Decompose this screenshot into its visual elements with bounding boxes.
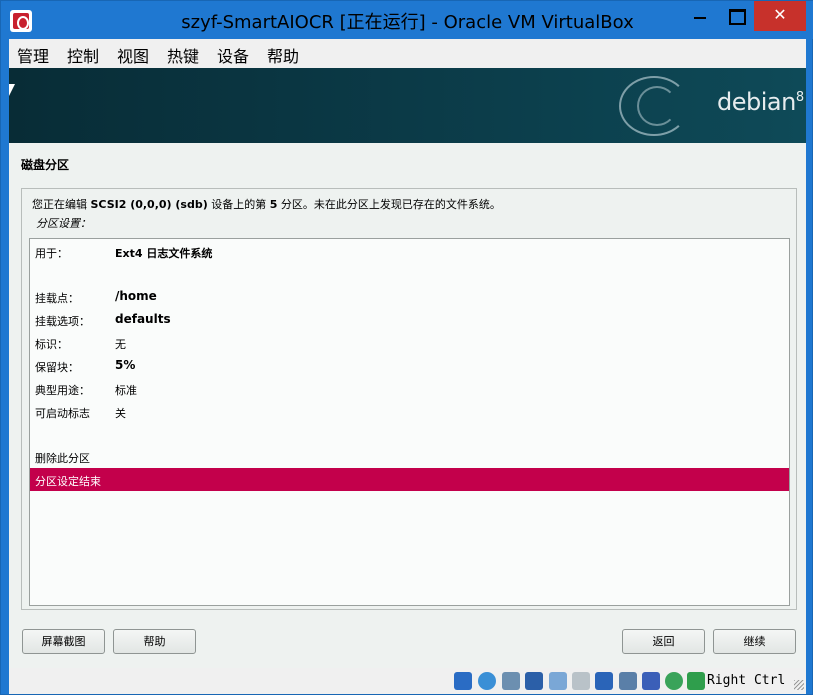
maximize-button[interactable] bbox=[718, 1, 754, 31]
display-icon[interactable] bbox=[595, 672, 613, 690]
screenshot-button[interactable]: 屏幕截图 bbox=[22, 629, 105, 654]
setting-row-use-as[interactable]: 用于： Ext4 日志文件系统 bbox=[30, 240, 789, 263]
menu-view[interactable]: 视图 bbox=[117, 43, 149, 67]
shared-folder-icon[interactable] bbox=[572, 672, 590, 690]
menu-devices[interactable]: 设备 bbox=[217, 43, 249, 67]
host-key-label: Right Ctrl bbox=[707, 673, 786, 688]
status-bar: Right Ctrl bbox=[9, 668, 806, 694]
debian-banner: debian8 bbox=[9, 68, 806, 143]
audio-icon[interactable] bbox=[502, 672, 520, 690]
virtualbox-window: szyf-SmartAIOCR [正在运行] - Oracle VM Virtu… bbox=[0, 0, 813, 695]
partition-description: 您正在编辑 SCSI2 (0,0,0) (sdb) 设备上的第 5 分区。未在此… bbox=[32, 198, 501, 211]
virtualization-icon[interactable] bbox=[642, 672, 660, 690]
menu-bar: 管理 控制 视图 热键 设备 帮助 bbox=[9, 39, 806, 68]
title-bar[interactable]: szyf-SmartAIOCR [正在运行] - Oracle VM Virtu… bbox=[1, 1, 813, 39]
setting-row-reserved-blocks[interactable]: 保留块： 5% bbox=[30, 354, 789, 377]
setting-row-typical-usage[interactable]: 典型用途： 标准 bbox=[30, 377, 789, 400]
back-button[interactable]: 返回 bbox=[622, 629, 705, 654]
minimize-button[interactable] bbox=[682, 1, 718, 31]
setting-row-mount-options[interactable]: 挂载选项： defaults bbox=[30, 308, 789, 331]
menu-control[interactable]: 控制 bbox=[67, 43, 99, 67]
settings-subheading: 分区设置： bbox=[36, 217, 91, 230]
help-button[interactable]: 帮助 bbox=[113, 629, 196, 654]
page-title: 磁盘分区 bbox=[21, 158, 70, 172]
network-icon[interactable] bbox=[525, 672, 543, 690]
continue-button[interactable]: 继续 bbox=[713, 629, 796, 654]
menu-manage[interactable]: 管理 bbox=[17, 43, 49, 67]
menu-help[interactable]: 帮助 bbox=[267, 43, 299, 67]
setting-row-label[interactable]: 标识： 无 bbox=[30, 331, 789, 354]
setting-row-mount-point[interactable]: 挂载点： /home bbox=[30, 285, 789, 308]
setting-row-bootable-flag[interactable]: 可启动标志 关 bbox=[30, 400, 789, 423]
vm-display[interactable]: debian8 磁盘分区 您正在编辑 SCSI2 (0,0,0) (sdb) 设… bbox=[9, 68, 806, 668]
close-button[interactable]: ✕ bbox=[754, 1, 806, 31]
resize-grip[interactable] bbox=[794, 680, 804, 690]
video-capture-icon[interactable] bbox=[619, 672, 637, 690]
partition-settings-panel: 您正在编辑 SCSI2 (0,0,0) (sdb) 设备上的第 5 分区。未在此… bbox=[21, 188, 797, 610]
usb-icon[interactable] bbox=[549, 672, 567, 690]
delete-partition-item[interactable]: 删除此分区 bbox=[30, 445, 789, 468]
mouse-cursor-icon bbox=[9, 84, 15, 96]
mouse-integration-icon[interactable] bbox=[665, 672, 683, 690]
done-setting-partition-item[interactable]: 分区设定结束 bbox=[30, 468, 789, 491]
menu-hotkeys[interactable]: 热键 bbox=[167, 43, 199, 67]
debian-logo: debian8 bbox=[717, 88, 804, 116]
download-icon[interactable] bbox=[687, 672, 705, 690]
hdd-icon[interactable] bbox=[454, 672, 472, 690]
partition-settings-list[interactable]: 用于： Ext4 日志文件系统 挂载点： /home 挂载选项： default… bbox=[29, 238, 790, 606]
optical-icon[interactable] bbox=[478, 672, 496, 690]
